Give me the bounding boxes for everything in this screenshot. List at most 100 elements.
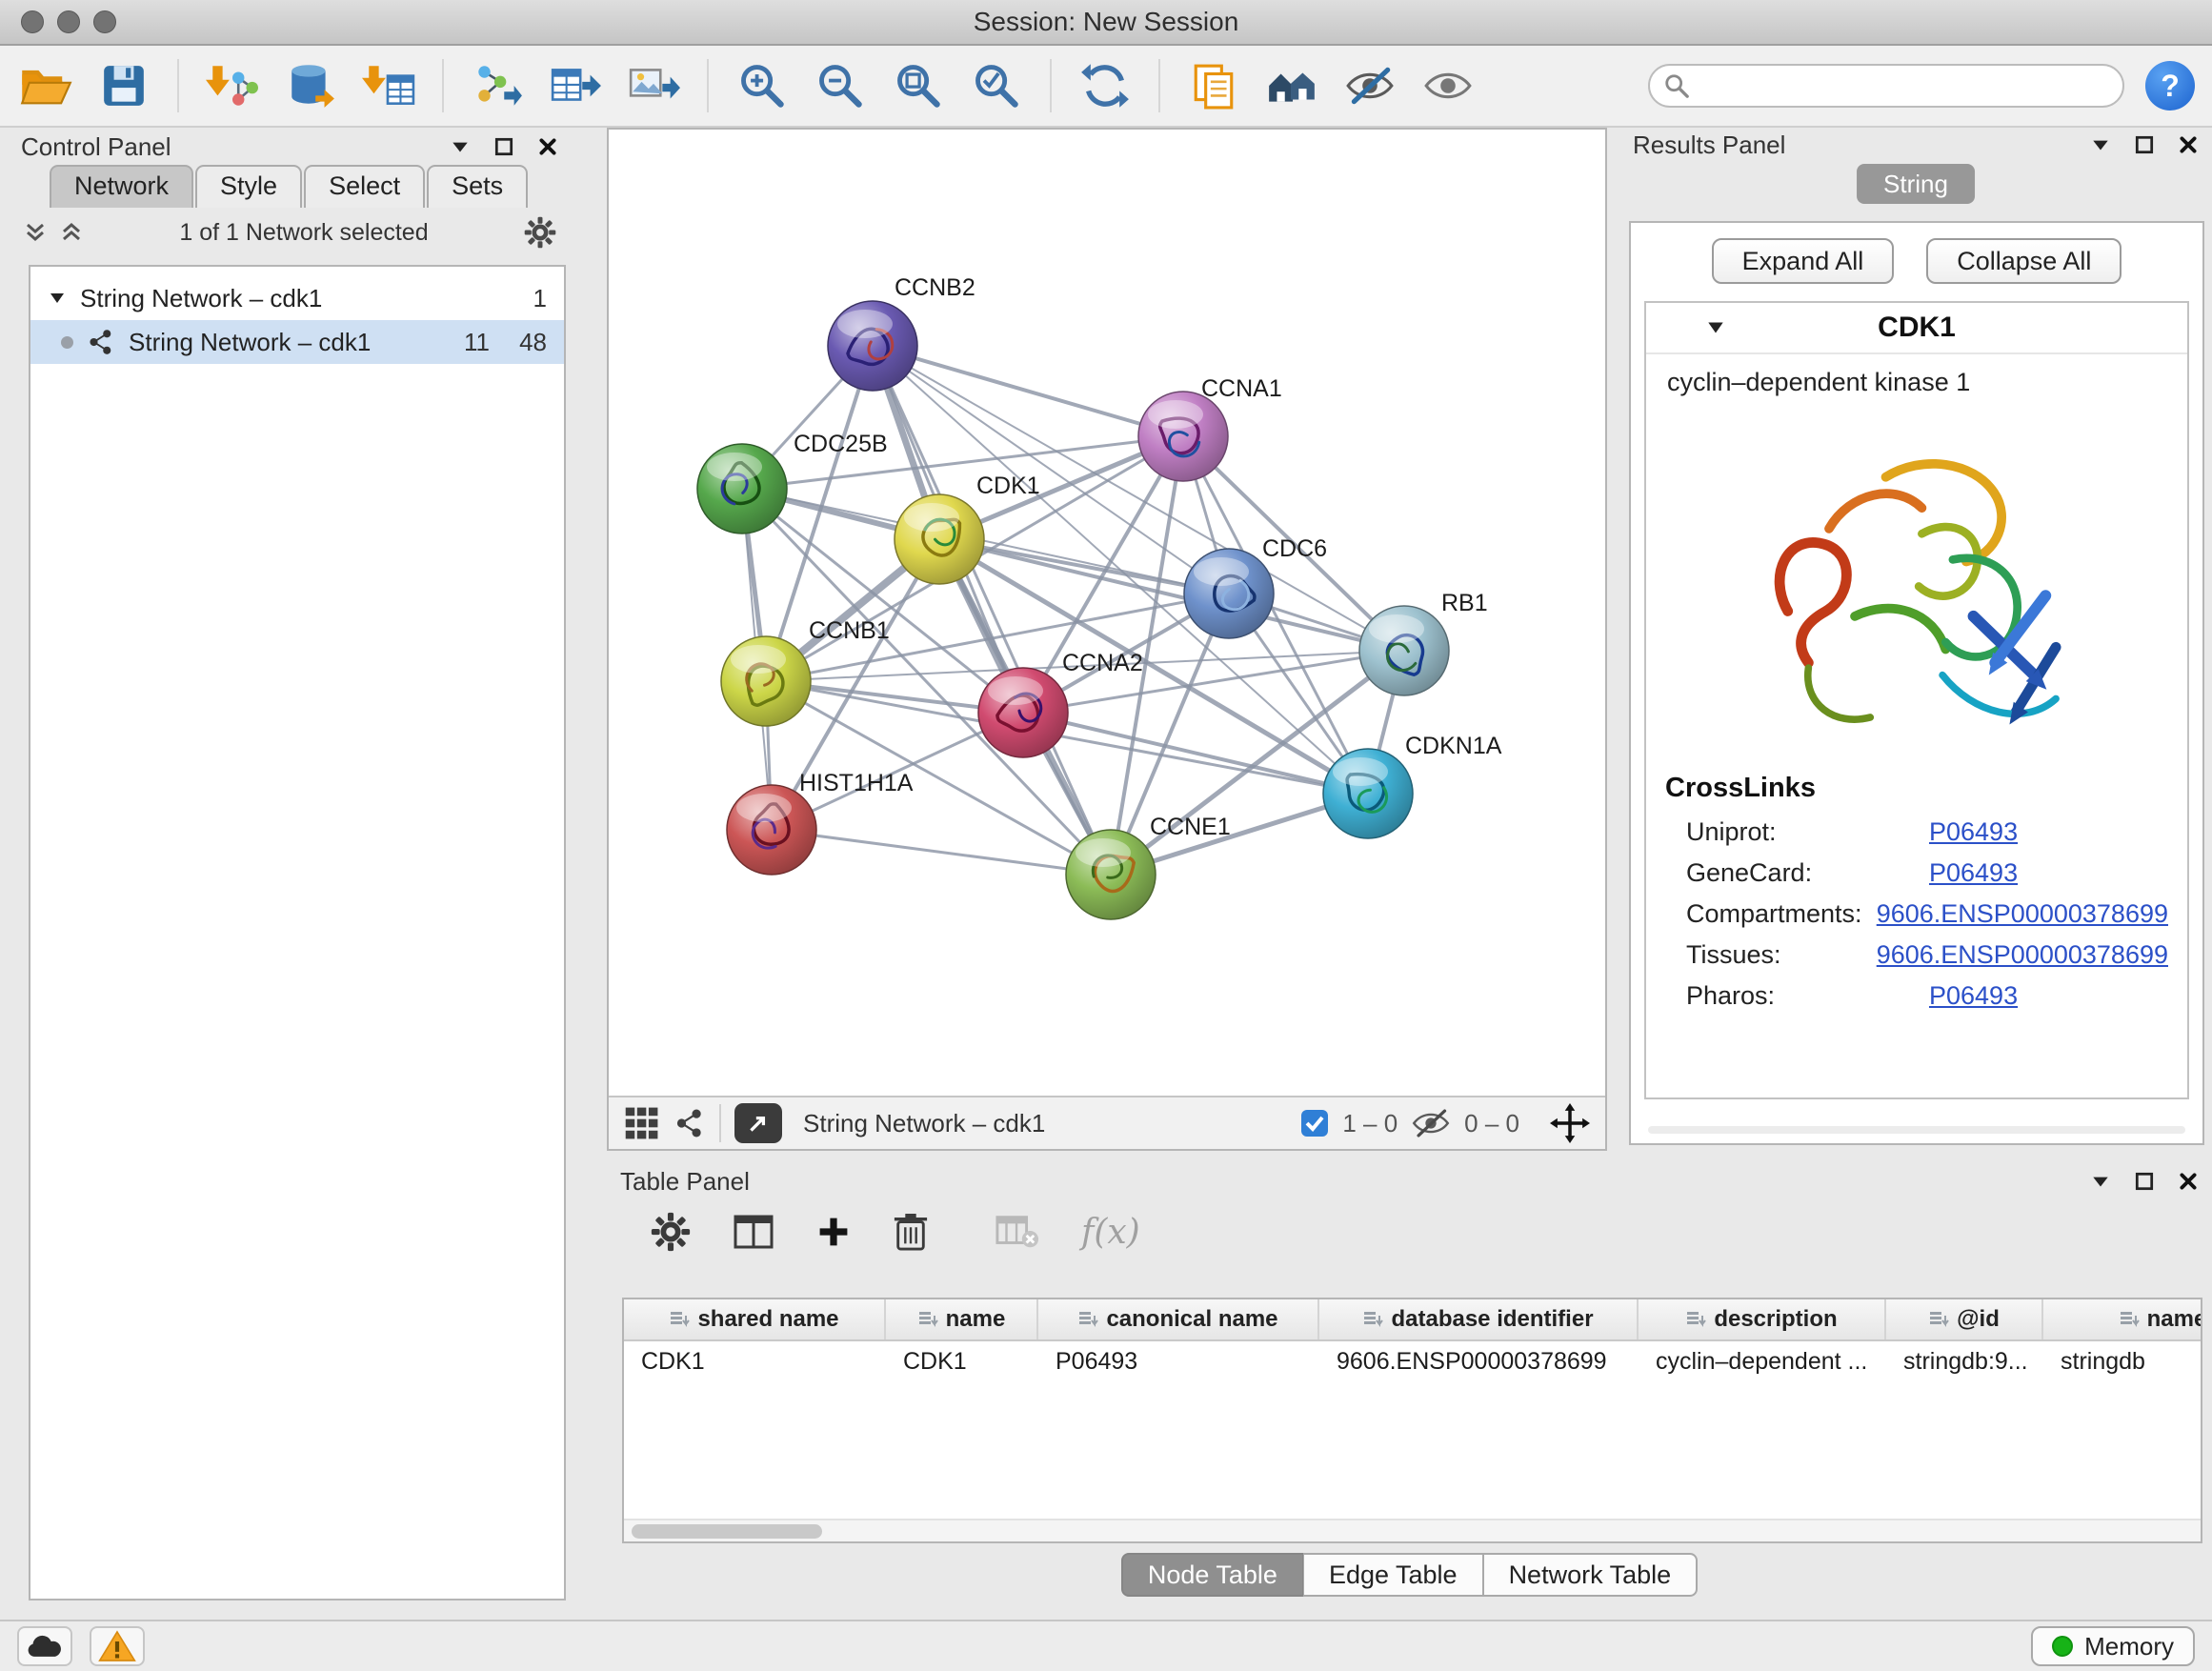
open-session-button[interactable] [17, 55, 74, 116]
crosslink-link[interactable]: P06493 [1929, 817, 2018, 847]
cell-description[interactable]: cyclin–dependent ... [1639, 1348, 1886, 1376]
crosslink-link[interactable]: P06493 [1929, 981, 2018, 1011]
crosslink-link[interactable]: P06493 [1929, 858, 2018, 888]
cell-canonical-name[interactable]: P06493 [1038, 1348, 1319, 1376]
export-table-button[interactable] [547, 55, 604, 116]
panel-float-icon[interactable] [2134, 1171, 2155, 1192]
import-network-database-button[interactable] [282, 55, 339, 116]
search-input[interactable] [1699, 71, 2109, 101]
birdseye-toggle-button[interactable] [734, 1103, 782, 1143]
cell-database-identifier[interactable]: 9606.ENSP00000378699 [1319, 1348, 1639, 1376]
network-node-rb1[interactable] [1359, 606, 1449, 695]
column-header-description[interactable]: description [1639, 1299, 1886, 1339]
cell-shared-name[interactable]: CDK1 [624, 1348, 886, 1376]
save-session-button[interactable] [95, 55, 152, 116]
tab-network[interactable]: Network [50, 165, 193, 208]
panel-menu-icon[interactable] [450, 136, 471, 157]
column-header-namespace[interactable]: namespace [2043, 1299, 2202, 1339]
column-header-shared-name[interactable]: shared name [624, 1299, 886, 1339]
network-node-hist1h1a[interactable] [727, 785, 816, 875]
expand-all-button[interactable]: Expand All [1712, 238, 1895, 284]
network-edge[interactable] [772, 830, 1111, 875]
hidden-eye-icon[interactable] [1411, 1107, 1451, 1139]
panel-menu-icon[interactable] [2090, 134, 2111, 155]
table-row[interactable]: CDK1 CDK1 P06493 9606.ENSP00000378699 cy… [624, 1341, 2201, 1381]
cell-name[interactable]: CDK1 [886, 1348, 1038, 1376]
add-column-icon[interactable] [816, 1215, 851, 1249]
overview-button[interactable] [1263, 55, 1320, 116]
column-header-id[interactable]: @id [1886, 1299, 2043, 1339]
network-graph[interactable]: CCNB2CCNA1CDC25BCDK1CDC6RB1CCNB1CCNA2CDK… [609, 130, 1605, 1096]
crosslink-link[interactable]: 9606.ENSP00000378699 [1877, 899, 2168, 929]
delete-column-trash-icon[interactable] [893, 1211, 929, 1253]
tab-sets[interactable]: Sets [427, 165, 528, 208]
hide-selected-button[interactable] [1341, 55, 1398, 116]
show-all-button[interactable] [1419, 55, 1477, 116]
tab-network-table[interactable]: Network Table [1483, 1553, 1699, 1597]
share-view-button[interactable] [674, 1107, 706, 1139]
warnings-button[interactable] [90, 1626, 145, 1666]
network-node-ccna2[interactable] [978, 668, 1068, 757]
network-node-cdc25b[interactable] [697, 444, 787, 534]
export-image-button[interactable] [625, 55, 682, 116]
minimize-window-button[interactable] [57, 10, 80, 33]
panel-close-icon[interactable] [537, 136, 558, 157]
gear-icon[interactable] [524, 216, 556, 249]
table-horizontal-scrollbar[interactable] [624, 1519, 2201, 1541]
network-edge[interactable] [1023, 713, 1368, 794]
network-edge[interactable] [873, 346, 1183, 436]
network-node-cdk1[interactable] [895, 494, 984, 584]
search-box[interactable] [1648, 64, 2124, 108]
expand-all-icon[interactable] [59, 220, 84, 245]
selected-checkbox-icon[interactable] [1300, 1109, 1329, 1137]
tab-node-table[interactable]: Node Table [1121, 1553, 1303, 1597]
collapse-all-button[interactable]: Collapse All [1926, 238, 2122, 284]
column-header-name[interactable]: name [886, 1299, 1038, 1339]
network-node-cdkn1a[interactable] [1323, 749, 1413, 838]
panel-menu-icon[interactable] [2090, 1171, 2111, 1192]
network-node-cdc6[interactable] [1184, 549, 1274, 638]
memory-button[interactable]: Memory [2031, 1626, 2195, 1666]
cell-id[interactable]: stringdb:9... [1886, 1348, 2043, 1376]
show-columns-icon[interactable] [733, 1213, 774, 1251]
collapse-all-icon[interactable] [23, 220, 48, 245]
network-canvas[interactable]: CCNB2CCNA1CDC25BCDK1CDC6RB1CCNB1CCNA2CDK… [609, 130, 1605, 1096]
results-tab-string[interactable]: String [1857, 164, 1975, 204]
panel-float-icon[interactable] [493, 136, 514, 157]
panel-close-icon[interactable] [2178, 134, 2199, 155]
results-scrollbar[interactable] [1648, 1126, 2185, 1134]
maximize-window-button[interactable] [93, 10, 116, 33]
network-tree-root-row[interactable]: String Network – cdk1 1 [30, 276, 564, 320]
network-edge[interactable] [742, 489, 1229, 594]
zoom-out-button[interactable] [812, 55, 869, 116]
grid-view-button[interactable] [624, 1105, 660, 1141]
import-network-file-button[interactable] [204, 55, 261, 116]
help-button[interactable] [2145, 61, 2195, 111]
network-node-ccnb2[interactable] [828, 301, 917, 391]
scrollbar-thumb[interactable] [632, 1524, 822, 1539]
panel-close-icon[interactable] [2178, 1171, 2199, 1192]
network-node-ccne1[interactable] [1066, 830, 1156, 919]
crosslink-link[interactable]: 9606.ENSP00000378699 [1877, 940, 2168, 970]
network-tree-item-row[interactable]: String Network – cdk1 11 48 [30, 320, 564, 364]
cell-namespace[interactable]: stringdb [2043, 1348, 2202, 1376]
tab-edge-table[interactable]: Edge Table [1303, 1553, 1483, 1597]
tab-select[interactable]: Select [304, 165, 425, 208]
table-settings-gear-icon[interactable] [651, 1212, 691, 1252]
tree-expander-icon[interactable] [48, 289, 67, 308]
zoom-selected-button[interactable] [968, 55, 1025, 116]
network-node-ccna1[interactable] [1138, 392, 1228, 481]
zoom-in-button[interactable] [734, 55, 791, 116]
cloud-button[interactable] [17, 1626, 72, 1666]
column-header-database-identifier[interactable]: database identifier [1319, 1299, 1639, 1339]
pan-crosshair-button[interactable] [1550, 1103, 1590, 1143]
close-window-button[interactable] [21, 10, 44, 33]
entry-expander-icon[interactable] [1705, 317, 1726, 338]
network-node-ccnb1[interactable] [721, 636, 811, 726]
result-entry-header[interactable]: CDK1 [1646, 303, 2187, 354]
column-header-canonical-name[interactable]: canonical name [1038, 1299, 1319, 1339]
tab-style[interactable]: Style [195, 165, 302, 208]
refresh-layout-button[interactable] [1076, 55, 1134, 116]
zoom-fit-button[interactable] [890, 55, 947, 116]
panel-float-icon[interactable] [2134, 134, 2155, 155]
